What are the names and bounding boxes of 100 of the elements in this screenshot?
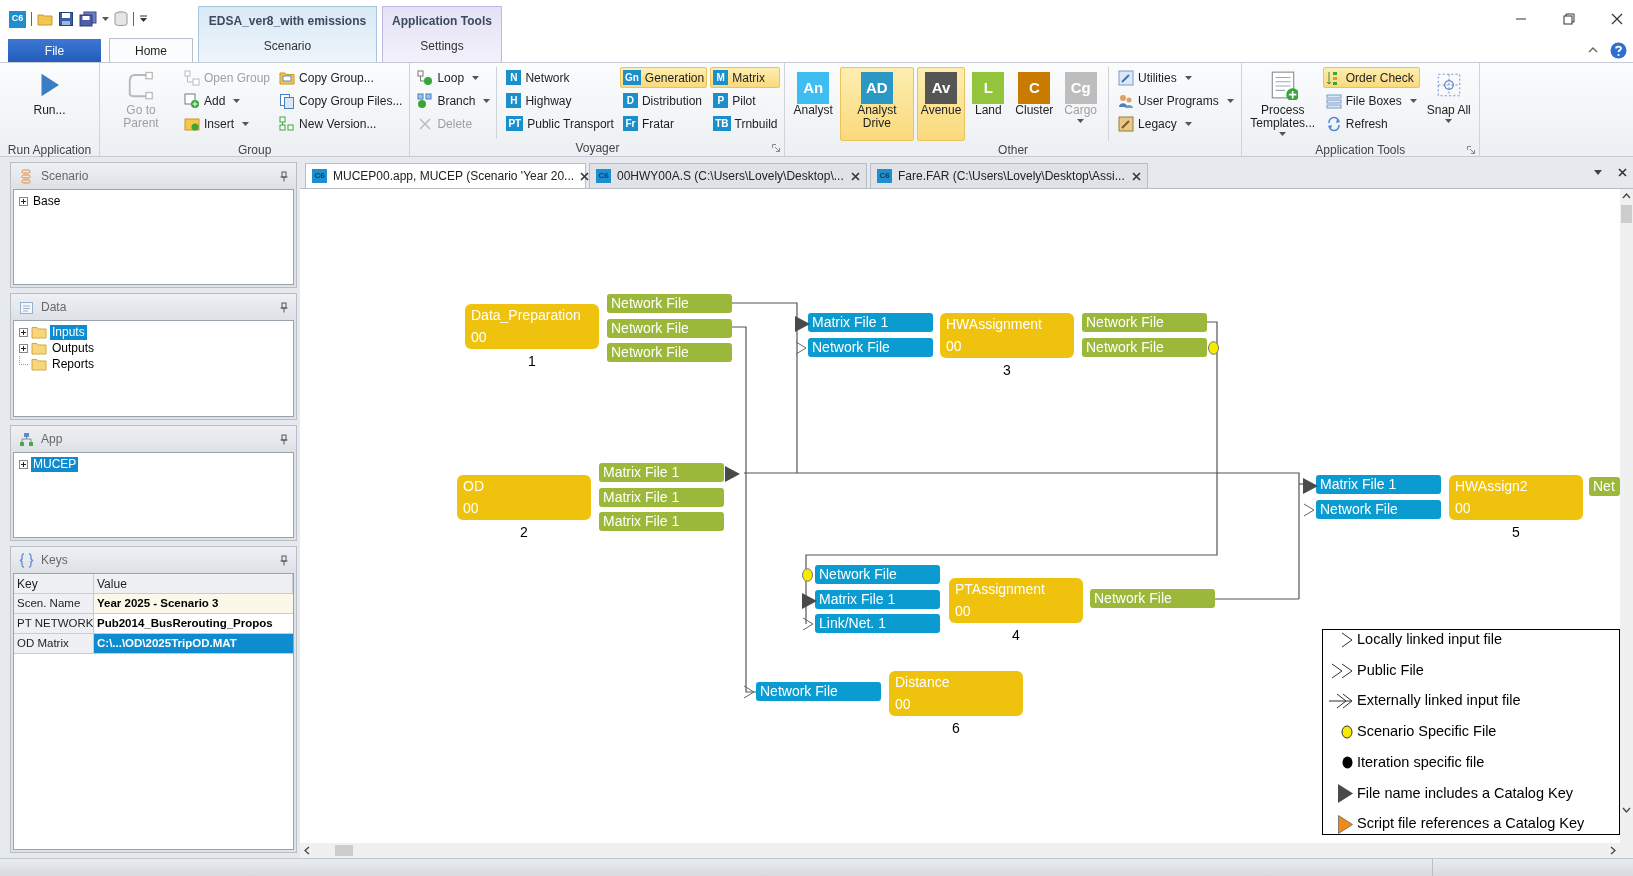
ribbon-button[interactable]: Fr Fratar [619, 113, 708, 134]
ribbon-button[interactable]: An Analyst [789, 67, 837, 141]
ribbon-button[interactable]: Utilities [1115, 67, 1237, 88]
document-tab[interactable]: C6 MUCEP00.app, MUCEP (Scenario 'Year 20... [305, 163, 586, 188]
process-number: 6 [951, 719, 961, 738]
ribbon-button[interactable]: H Highway [503, 90, 617, 111]
pin-icon[interactable] [280, 554, 288, 566]
letter-badge: H [506, 93, 522, 108]
ribbon-button[interactable]: PT Public Transport [503, 113, 617, 134]
caret-icon [1226, 98, 1234, 103]
letter-badge: Av [925, 72, 958, 104]
group-label: Run Application [7, 141, 92, 159]
close-icon[interactable] [1618, 168, 1627, 177]
scrollbar-thumb[interactable] [335, 845, 353, 856]
ribbon-button[interactable]: Process Templates... [1245, 67, 1320, 141]
pin-icon[interactable] [280, 301, 288, 313]
ribbon-button[interactable]: M Matrix [710, 67, 781, 88]
refresh-icon [1325, 115, 1342, 132]
tree-item[interactable]: Outputs [50, 340, 97, 356]
ribbon-button[interactable]: New Version... [276, 113, 406, 134]
process-number: 1 [527, 352, 537, 371]
ribbon-button[interactable]: D Distribution [619, 90, 708, 111]
legend-label: Externally linked input file [1357, 691, 1521, 711]
table-cell: OD Matrix [14, 634, 94, 654]
ribbon-button[interactable]: Run... [29, 67, 70, 141]
caret-icon [1077, 119, 1085, 123]
close-icon[interactable] [851, 171, 860, 181]
customize-icon[interactable] [139, 15, 148, 23]
pin-icon[interactable] [280, 433, 288, 445]
process-group: 00 [1455, 500, 1577, 517]
ribbon-button[interactable]: Insert [181, 113, 274, 134]
ribbon-button[interactable]: TB Trnbuild [710, 113, 781, 134]
expand-icon[interactable] [19, 327, 28, 337]
document-tab[interactable]: C6 Fare.FAR (C:\Users\Lovely\Desktop\Assi... [870, 163, 1148, 188]
table-cell[interactable]: Year 2025 - Scenario 3 [94, 594, 293, 614]
ribbon-tab[interactable]: Scenario [199, 34, 376, 57]
ribbon-button[interactable]: N Network [503, 67, 617, 88]
ribbon-button[interactable]: Snap All [1422, 67, 1475, 141]
dropdown-icon[interactable] [1594, 170, 1602, 175]
process-number: 2 [519, 523, 529, 542]
process-group: 00 [946, 338, 1068, 355]
ribbon-button[interactable]: Add [181, 90, 274, 111]
ribbon-tab[interactable]: Settings [383, 34, 501, 57]
ribbon-button[interactable]: Branch [414, 90, 494, 111]
ribbon-button[interactable]: User Programs [1115, 90, 1237, 111]
pin-icon[interactable] [280, 170, 288, 182]
ribbon-button[interactable]: C Cluster [1011, 67, 1058, 141]
close-icon[interactable] [580, 171, 590, 181]
close-icon[interactable] [1132, 171, 1141, 181]
collapse-ribbon-icon[interactable] [1588, 46, 1598, 54]
scrollbar-thumb[interactable] [1621, 205, 1632, 223]
help-icon[interactable] [1610, 41, 1627, 59]
scroll-right-icon[interactable] [1610, 846, 1616, 855]
panel-title: Data [41, 299, 68, 316]
ribbon-button[interactable]: Loop [414, 67, 494, 88]
process-name: Distance [895, 674, 951, 691]
tree-item[interactable]: Inputs [50, 324, 87, 340]
table-cell[interactable]: C:\...\OD\2025TripOD.MAT [94, 634, 293, 654]
table-cell: Scen. Name [14, 594, 94, 614]
ribbon-button[interactable]: P Pilot [710, 90, 781, 111]
save-icon[interactable] [58, 11, 74, 27]
ribbon-button[interactable]: AD Analyst Drive [839, 67, 914, 141]
ribbon-button[interactable]: Refresh [1322, 113, 1420, 134]
tab-label: MUCEP00.app, MUCEP (Scenario 'Year 20... [333, 168, 575, 185]
braces-icon [19, 552, 34, 568]
dialog-launcher-icon[interactable] [1466, 146, 1475, 154]
ribbon-button[interactable]: Order Check [1322, 67, 1420, 88]
ribbon-button[interactable]: Gn Generation [619, 67, 708, 88]
scroll-up-icon[interactable] [1622, 193, 1631, 199]
process-number: 4 [1011, 626, 1021, 645]
ribbon-button[interactable]: File Boxes [1322, 90, 1420, 111]
tree-item[interactable]: Reports [50, 356, 97, 372]
ribbon-button[interactable]: Av Avenue [916, 67, 966, 141]
branch-icon [417, 92, 434, 109]
restore-icon[interactable] [1563, 13, 1575, 25]
document-tab[interactable]: C6 00HWY00A.S (C:\Users\Lovely\Desktop\... [589, 163, 867, 188]
ribbon-button[interactable]: Copy Group Files... [276, 90, 406, 111]
expand-icon[interactable] [19, 196, 28, 206]
tree-item[interactable]: Base [31, 193, 63, 209]
ribbon-button[interactable]: Copy Group... [276, 67, 406, 88]
scroll-left-icon[interactable] [304, 846, 310, 855]
letter-badge: PT [506, 116, 524, 131]
network-icon [19, 431, 34, 447]
close-icon[interactable] [1611, 13, 1623, 25]
dialog-launcher-icon[interactable] [772, 144, 781, 152]
tree-item[interactable]: MUCEP [31, 456, 79, 472]
ribbon-button[interactable]: Legacy [1115, 113, 1237, 134]
scroll-down-icon[interactable] [1622, 807, 1631, 813]
caret-icon [1409, 98, 1417, 103]
ribbon-button[interactable]: L Land [968, 67, 1009, 141]
file-tab[interactable]: File [8, 39, 101, 62]
caret-icon [483, 98, 491, 103]
squares-icon [184, 69, 200, 86]
expand-icon[interactable] [19, 343, 28, 353]
expand-icon[interactable] [19, 459, 28, 469]
save-all-icon[interactable] [79, 11, 97, 27]
legend-label: Scenario Specific File [1357, 722, 1497, 742]
process-name: HWAssignment [946, 316, 1043, 333]
ribbon-tab[interactable]: Home [109, 38, 193, 62]
tab-label: 00HWY00A.S (C:\Users\Lovely\Desktop\... [617, 168, 845, 185]
